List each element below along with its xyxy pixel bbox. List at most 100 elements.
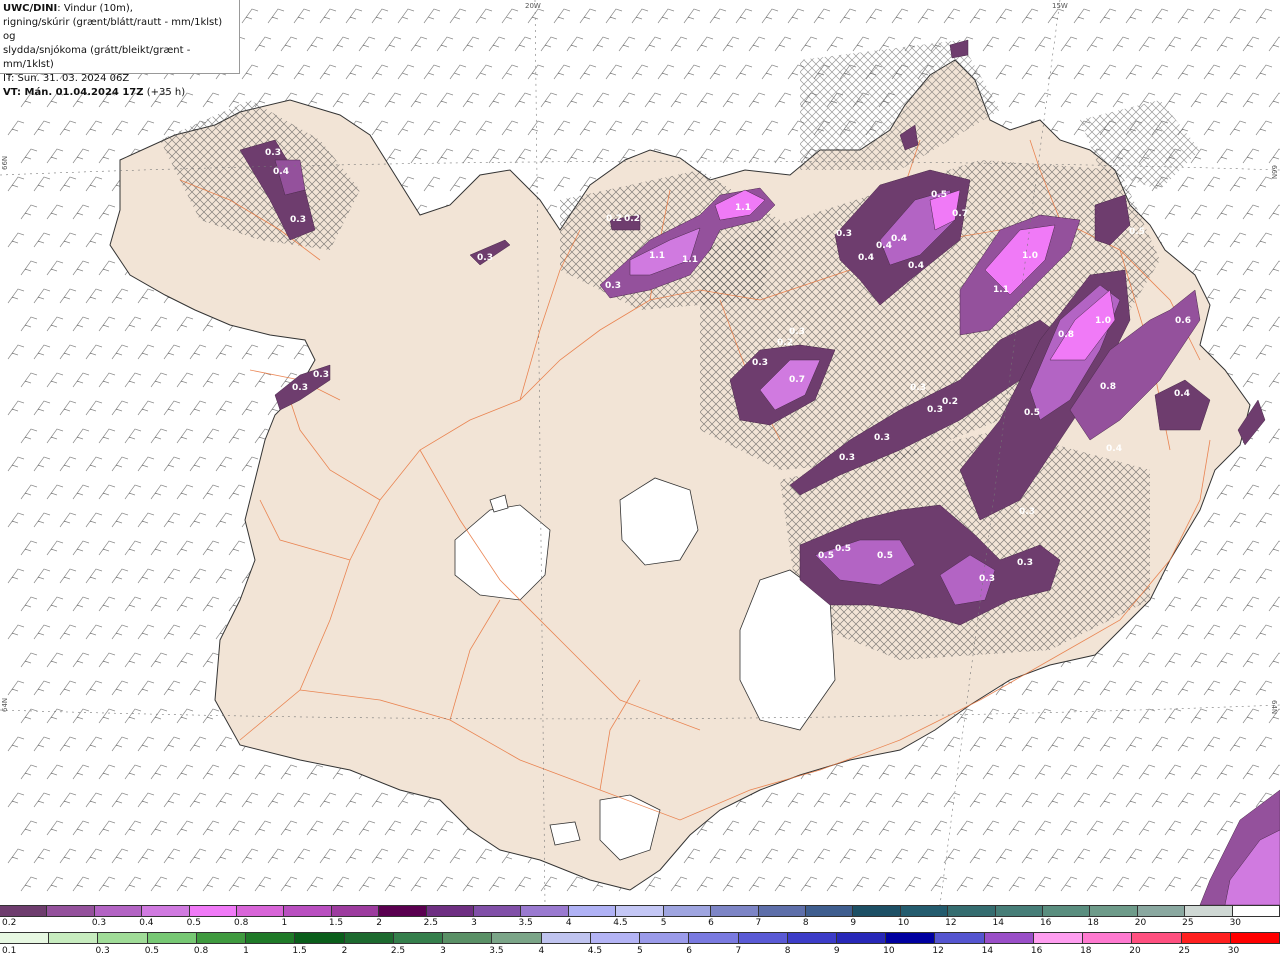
- scale-tick-label: 9: [833, 946, 840, 956]
- scale-tick-label: 30: [1227, 946, 1240, 956]
- scale-tick-label: 18: [1080, 946, 1092, 956]
- scale-swatch: [886, 933, 936, 943]
- scale-tick-label: 0.2: [2, 918, 17, 928]
- precip-value-label: 1.1: [735, 203, 751, 213]
- scale-swatch: [853, 906, 901, 916]
- precip-value-label: 0.2: [777, 338, 793, 348]
- scale-tick-label: 1: [281, 918, 288, 928]
- precip-value-label: 1.0: [1022, 251, 1038, 261]
- precip-value-label: 0.4: [908, 261, 924, 271]
- scale-tick-label: 4: [565, 918, 572, 928]
- scale-swatch: [1042, 906, 1091, 916]
- scale-swatch: [331, 906, 380, 916]
- scale-tick-label: 4.5: [613, 918, 628, 928]
- scale-swatch: [1083, 933, 1133, 943]
- lat-label-64n-left: 64N: [1, 698, 9, 712]
- map-info-box: UWC/DINI: Vindur (10m), rigning/skúrir (…: [0, 0, 240, 98]
- precip-value-label: 0.4: [273, 167, 289, 177]
- scale-tick-label: 6: [686, 946, 692, 956]
- scale-tick-label: 9: [850, 918, 857, 928]
- scale-swatch: [443, 933, 493, 943]
- scale-swatch: [237, 906, 285, 916]
- scale-swatch: [900, 906, 949, 916]
- precip-value-label: 0.4: [891, 234, 907, 244]
- snow-scale-labels: 0.2 0.3 0.4 0.5 0.8 1 1.5 2 2.5 3 3.5 4 4.5 5 6 7 8 9 10 12…: [0, 918, 1280, 930]
- issue-time: IT: Sun. 31. 03. 2024 06Z: [3, 73, 130, 84]
- rain-color-scale: [0, 932, 1280, 944]
- precip-value-label: 0.5: [877, 551, 893, 561]
- scale-tick-label: 1: [243, 946, 249, 956]
- scale-swatch: [935, 933, 985, 943]
- scale-swatch: [0, 933, 50, 943]
- precip-value-label: 0.3: [313, 370, 329, 380]
- valid-time-line: VT: Mán. 01.04.2024 17Z (+35 h): [3, 86, 236, 100]
- scale-tick-label: 16: [1030, 946, 1043, 956]
- scale-tick-label: 0.3: [91, 918, 107, 928]
- precip-value-label: 0.8: [1058, 330, 1074, 340]
- rain-scale-labels: 0.1 0.3 0.5 0.8 1 1.5 2 2.5 3 3.5 4 4.5 5 6 7 8 9 10 12 14 1…: [0, 946, 1280, 958]
- precip-value-label: 0.3: [477, 253, 493, 263]
- scale-swatch: [474, 906, 522, 916]
- precip-value-label: 0.3: [874, 433, 890, 443]
- scale-swatch: [426, 906, 475, 916]
- scale-tick-label: 4.5: [587, 946, 603, 956]
- precip-value-label: 0.5: [1129, 227, 1145, 237]
- scale-tick-label: 30: [1229, 918, 1242, 928]
- scale-tick-label: 3.5: [518, 918, 533, 928]
- scale-swatch: [246, 933, 296, 943]
- precip-value-label: 0.6: [1175, 316, 1191, 326]
- precip-value-label: 1.1: [993, 285, 1009, 295]
- scale-swatch: [1230, 933, 1280, 943]
- scale-tick-label: 2: [341, 946, 348, 956]
- precip-value-label: 0.3: [789, 327, 805, 337]
- scale-swatch: [344, 933, 394, 943]
- scale-swatch: [689, 933, 739, 943]
- precip-value-label: 0.3: [265, 148, 281, 158]
- scale-tick-label: 6: [708, 918, 714, 928]
- scale-swatch: [98, 933, 148, 943]
- scale-swatch: [640, 933, 690, 943]
- title-rest: : Vindur (10m),: [57, 3, 133, 14]
- scale-swatch: [147, 933, 197, 943]
- lon-label-20w: 20W: [525, 2, 541, 10]
- scale-tick-label: 8: [802, 918, 809, 928]
- scale-tick-label: 25: [1182, 918, 1194, 928]
- title-line: UWC/DINI: Vindur (10m),: [3, 2, 236, 16]
- scale-swatch: [758, 906, 806, 916]
- scale-tick-label: 0.5: [144, 946, 160, 956]
- scale-swatch: [805, 906, 854, 916]
- scale-tick-label: 1.5: [292, 946, 307, 956]
- scale-swatch: [616, 906, 664, 916]
- scale-swatch: [379, 906, 427, 916]
- precip-value-label: 1.1: [682, 255, 698, 265]
- subtitle-rain: rigning/skúrir (grænt/blátt/rautt - mm/1…: [3, 17, 223, 42]
- scale-tick-label: 14: [992, 918, 1004, 928]
- precip-value-label: 0.8: [1100, 382, 1116, 392]
- scale-swatch: [295, 933, 345, 943]
- scale-swatch: [984, 933, 1034, 943]
- precip-value-label: 0.3: [979, 574, 995, 584]
- precip-value-label: 0.5: [835, 544, 851, 554]
- scale-swatch: [711, 906, 759, 916]
- scale-tick-label: 7: [735, 946, 742, 956]
- precip-value-label: 1.0: [1095, 316, 1111, 326]
- precip-value-label: 0.7: [789, 375, 805, 385]
- scale-tick-label: 7: [755, 918, 762, 928]
- precip-value-label: 0.3: [752, 358, 768, 368]
- scale-tick-label: 2.5: [390, 946, 406, 956]
- scale-swatch: [284, 906, 332, 916]
- precip-value-label: 0.3: [927, 405, 943, 415]
- scale-swatch: [47, 906, 95, 916]
- scale-tick-label: 0.3: [95, 946, 110, 956]
- precip-value-label: 0.4: [858, 253, 874, 263]
- precip-value-label: 0.3: [910, 383, 926, 393]
- model-label: UWC/DINI: [3, 3, 58, 14]
- valid-time: VT: Mán. 01.04.2024 17Z: [3, 87, 144, 98]
- precip-value-label: 0.3: [1017, 558, 1033, 568]
- precip-value-label: 0.3: [1019, 507, 1035, 517]
- precip-value-label: 0.5: [818, 551, 834, 561]
- snow-color-scale: [0, 905, 1280, 917]
- precip-value-label: 0.7: [952, 209, 968, 219]
- subtitle-snow: slydda/snjókoma (grátt/bleikt/grænt - mm…: [3, 45, 191, 70]
- precip-value-label: 0.3: [605, 281, 621, 291]
